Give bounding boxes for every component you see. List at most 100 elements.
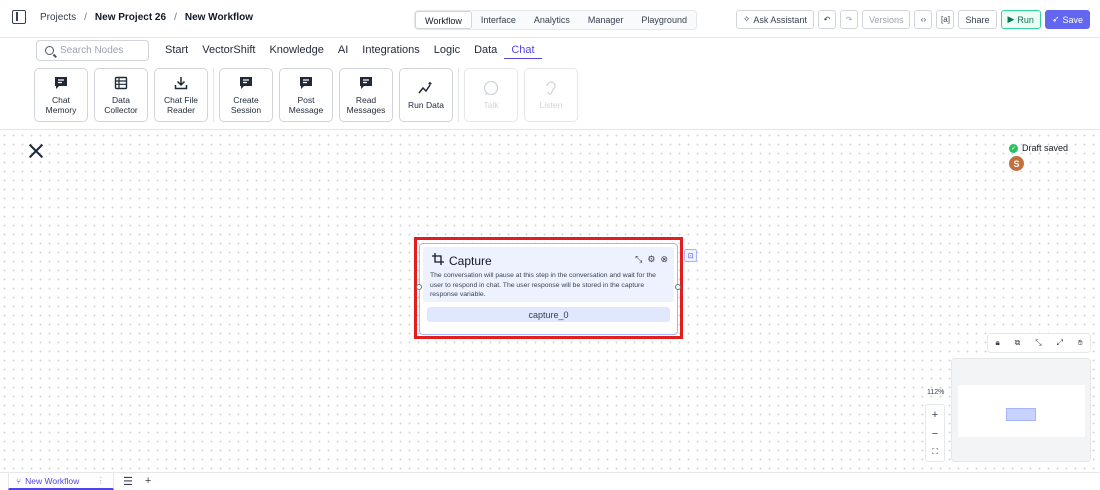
workflow-tab[interactable]: ⑂ New Workflow ⋮ (8, 473, 114, 490)
bottom-bar: ⑂ New Workflow ⋮ ☰ + (0, 472, 1100, 490)
fit-view-icon[interactable]: ⛶ (932, 447, 938, 457)
redo-button[interactable]: ↷ (839, 10, 858, 29)
share-button[interactable]: Share (958, 10, 997, 29)
rocket-icon: ➶ (1051, 14, 1060, 24)
breadcrumb-separator: / (174, 11, 177, 23)
ask-assistant-button[interactable]: ✧ Ask Assistant (735, 10, 814, 29)
chat-bubble-icon (359, 75, 373, 91)
sidebar-toggle-icon[interactable] (12, 10, 26, 24)
hand-icon[interactable]: ✋︎ (1078, 338, 1083, 348)
header-actions: ✧ Ask Assistant ↶ ↷ Versions ‹› [a] Shar… (735, 10, 1090, 29)
node-side-icon[interactable]: ⊡ (684, 249, 697, 262)
ask-assistant-label: Ask Assistant (753, 14, 807, 25)
tile-run-data[interactable]: Run Data (399, 68, 453, 122)
node-palette: Search Nodes Start VectorShift Knowledge… (0, 38, 1100, 130)
search-nodes-input[interactable]: Search Nodes (36, 40, 149, 61)
input-handle[interactable] (416, 284, 422, 290)
tab-interface[interactable]: Interface (472, 11, 525, 29)
tile-listen[interactable]: Listen (524, 68, 578, 122)
run-button[interactable]: ▶ Run (1000, 10, 1041, 29)
tab-workflow[interactable]: Workflow (415, 11, 472, 29)
breadcrumb-projects[interactable]: Projects (40, 12, 76, 23)
tile-label: Run Data (408, 100, 444, 110)
sparkle-icon: ✧ (742, 14, 751, 24)
chat-bubble-icon (299, 75, 313, 91)
save-label: Save (1062, 14, 1083, 25)
zoom-controls: + − ⛶ (925, 404, 945, 462)
shrink-icon[interactable]: ⤡ (1035, 338, 1041, 348)
category-ai[interactable]: AI (331, 42, 355, 59)
draft-status-label: Draft saved (1022, 143, 1069, 153)
category-start[interactable]: Start (165, 42, 195, 59)
breadcrumb-separator: / (84, 11, 87, 23)
more-icon[interactable]: ⋮ (97, 475, 106, 486)
list-icon[interactable]: ☰ (123, 475, 133, 488)
chat-bubble-icon (54, 75, 68, 91)
tile-label: Chat File Reader (163, 95, 198, 115)
tile-chat-file-reader[interactable]: Chat File Reader (154, 68, 208, 122)
bottom-actions: ☰ + (123, 475, 151, 488)
tile-talk[interactable]: Talk (464, 68, 518, 122)
node-output-field[interactable]: capture_0 (427, 307, 670, 322)
tile-post-message[interactable]: Post Message (279, 68, 333, 122)
tab-manager[interactable]: Manager (579, 11, 633, 29)
node-title-label: Capture (449, 253, 492, 268)
undo-button[interactable]: ↶ (817, 10, 836, 29)
top-bar: Projects / New Project 26 / New Workflow… (0, 0, 1100, 38)
minimap-viewport (958, 385, 1085, 437)
zoom-out-icon[interactable]: − (932, 428, 938, 440)
tile-divider (213, 68, 214, 122)
category-logic[interactable]: Logic (427, 42, 467, 59)
avatar[interactable]: S (1009, 156, 1024, 171)
category-data[interactable]: Data (467, 42, 504, 59)
chat-bubble-icon (239, 75, 253, 91)
tile-label: Read Messages (346, 95, 386, 115)
draft-status: ✓ Draft saved (1009, 143, 1068, 153)
branch-icon: ⑂ (16, 475, 22, 486)
sparkle-chart-icon (418, 80, 434, 96)
zoom-in-icon[interactable]: + (932, 409, 938, 421)
close-icon[interactable] (28, 143, 44, 159)
tile-create-session[interactable]: Create Session (219, 68, 273, 122)
tile-data-collector[interactable]: Data Collector (94, 68, 148, 122)
save-button[interactable]: ➶ Save (1044, 10, 1090, 29)
format-button[interactable]: [a] (936, 10, 955, 29)
collapse-icon[interactable]: ⤡ (635, 254, 642, 265)
run-label: Run (1017, 14, 1034, 25)
tile-label: Listen (539, 100, 563, 110)
layout-icon[interactable]: ⧉ (1015, 338, 1021, 348)
plus-icon[interactable]: + (145, 475, 151, 488)
code-button[interactable]: ‹› (914, 10, 933, 29)
category-chat[interactable]: Chat (504, 42, 542, 59)
node-description: The conversation will pause at this step… (430, 272, 656, 298)
node-tiles: Chat Memory Data Collector Chat File Reader… (34, 68, 578, 122)
category-knowledge[interactable]: Knowledge (262, 42, 330, 59)
lock-icon[interactable]: 🔒︎ (995, 338, 999, 348)
tile-read-messages[interactable]: Read Messages (339, 68, 393, 122)
tile-chat-memory[interactable]: Chat Memory (34, 68, 88, 122)
breadcrumb-workflow[interactable]: New Workflow (185, 12, 253, 23)
crop-icon (432, 253, 444, 268)
node-title: Capture (432, 253, 492, 268)
workflow-tab-label: New Workflow (25, 475, 80, 486)
versions-button[interactable]: Versions (861, 10, 911, 29)
category-integrations[interactable]: Integrations (355, 42, 426, 59)
tile-label: Chat Memory (45, 95, 77, 115)
output-handle[interactable] (675, 284, 681, 290)
minimap[interactable] (951, 358, 1091, 462)
tab-playground[interactable]: Playground (632, 11, 696, 29)
gear-icon[interactable]: ⚙ (647, 254, 655, 265)
breadcrumb-project[interactable]: New Project 26 (95, 12, 166, 23)
tab-analytics[interactable]: Analytics (525, 11, 579, 29)
search-placeholder: Search Nodes (60, 45, 124, 56)
canvas-toolbar: 🔒︎ ⧉ ⤡ ⤢ ✋︎ (987, 333, 1091, 353)
tile-divider (458, 68, 459, 122)
tile-label: Create Session (230, 95, 262, 115)
mode-tabs: Workflow Interface Analytics Manager Pla… (414, 10, 697, 30)
close-circle-icon[interactable]: ⊗ (660, 254, 668, 265)
capture-node[interactable]: Capture ⤡ ⚙ ⊗ The conversation will paus… (416, 243, 681, 335)
tile-label: Post Message (288, 95, 324, 115)
category-vectorshift[interactable]: VectorShift (195, 42, 262, 59)
expand-icon[interactable]: ⤢ (1057, 338, 1063, 348)
play-icon: ▶ (1007, 14, 1015, 24)
